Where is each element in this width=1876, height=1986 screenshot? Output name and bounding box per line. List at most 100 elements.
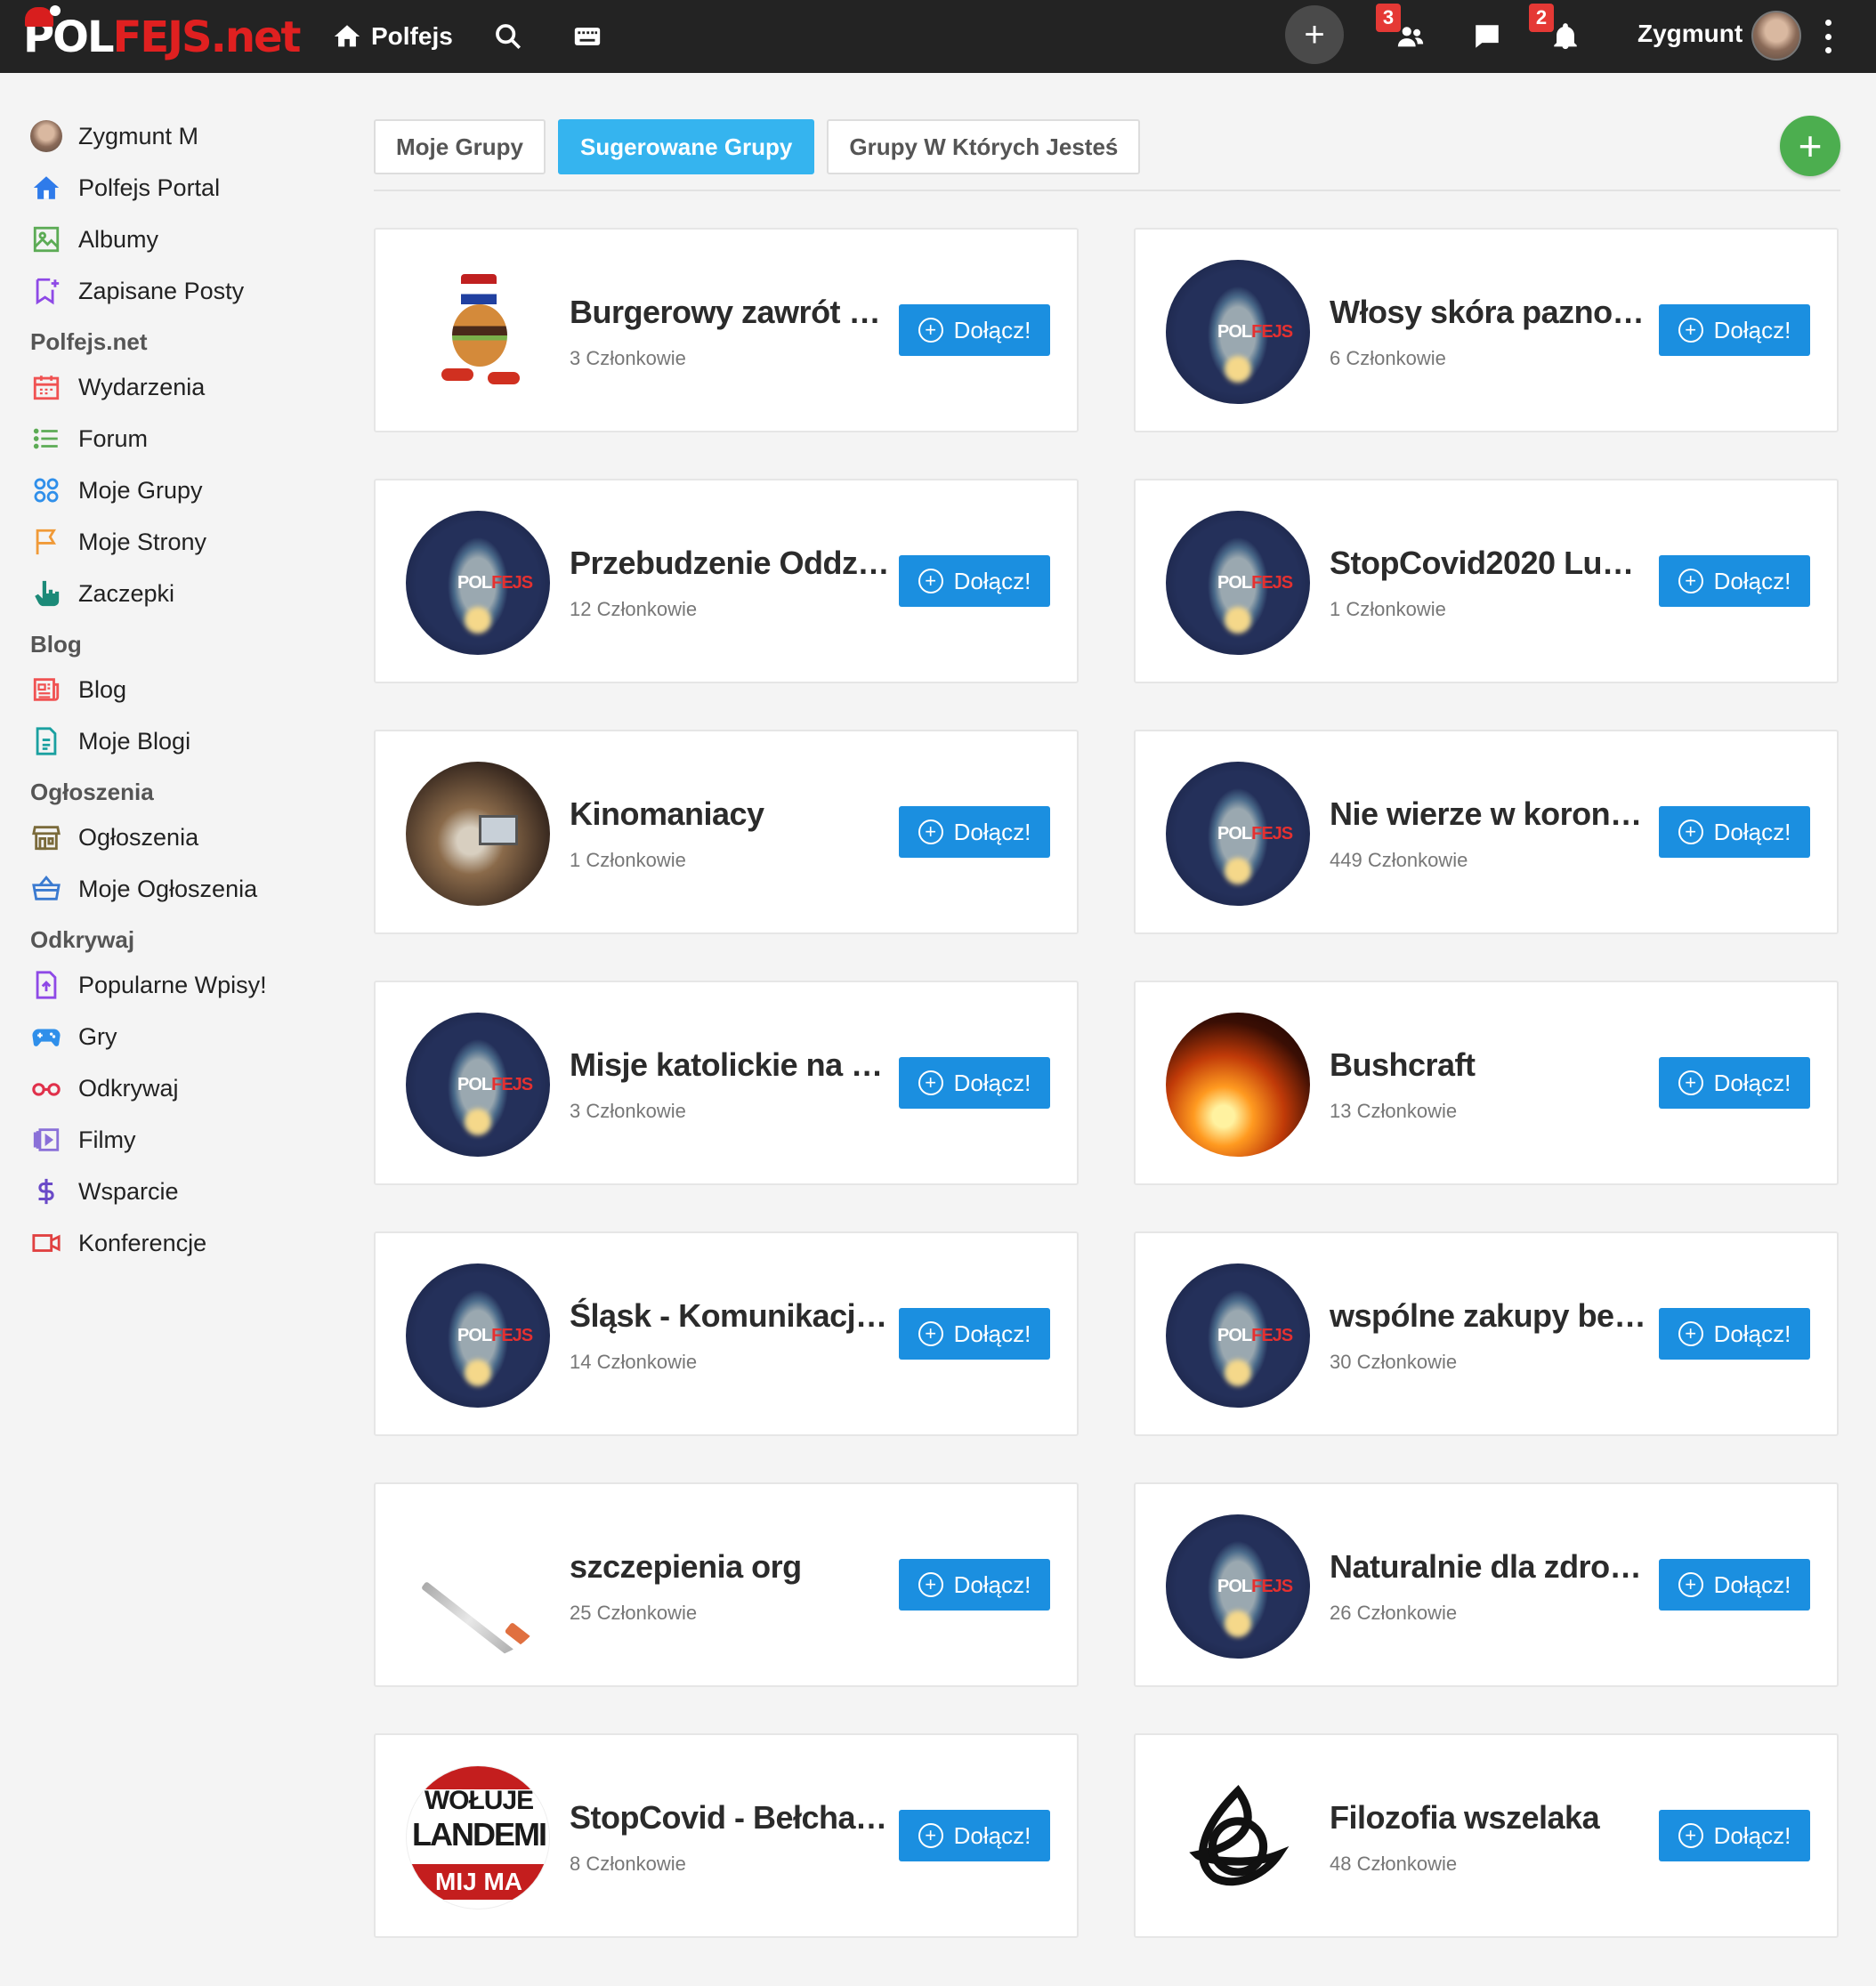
join-button[interactable]: + Dołącz! (899, 1559, 1050, 1611)
sidebar-item-popularne-wpisy[interactable]: Popularne Wpisy! (30, 959, 333, 1011)
sidebar-item-blog[interactable]: Blog (30, 664, 333, 715)
join-button[interactable]: + Dołącz! (1659, 1559, 1810, 1611)
sidebar-item-ogloszenia[interactable]: Ogłoszenia (30, 811, 333, 863)
join-button[interactable]: + Dołącz! (1659, 555, 1810, 607)
join-button[interactable]: + Dołącz! (899, 1308, 1050, 1360)
group-avatar[interactable]: POLFEJS (406, 1263, 550, 1408)
group-avatar[interactable]: POLFEJS (1166, 511, 1310, 655)
group-avatar[interactable] (1166, 1765, 1310, 1909)
group-avatar[interactable] (406, 1514, 550, 1659)
group-avatar[interactable] (406, 260, 550, 404)
group-card[interactable]: POLFEJS Nie wierze w koronawirusa 449 Czło… (1134, 730, 1839, 934)
join-button[interactable]: + Dołącz! (1659, 1057, 1810, 1109)
group-title[interactable]: Burgerowy zawrót głowy (570, 294, 892, 331)
join-button[interactable]: + Dołącz! (1659, 1810, 1810, 1861)
group-card[interactable]: POLFEJS StopCovid2020 Lublin 1 Członkowie +… (1134, 479, 1839, 683)
group-avatar[interactable]: POLFEJS (406, 511, 550, 655)
sidebar-item-wydarzenia[interactable]: Wydarzenia (30, 361, 333, 413)
home-link[interactable]: Polfejs (332, 16, 453, 57)
document-icon (36, 727, 57, 755)
join-button[interactable]: + Dołącz! (899, 1810, 1050, 1861)
sidebar-item-albumy[interactable]: Albumy (30, 214, 333, 265)
group-card[interactable]: Filozofia wszelaka 48 Członkowie + Dołącz! (1134, 1733, 1839, 1938)
group-title[interactable]: Filozofia wszelaka (1330, 1799, 1652, 1837)
group-title[interactable]: StopCovid - Bełchatów (570, 1799, 892, 1837)
add-group-button[interactable]: + (1780, 116, 1840, 176)
join-button[interactable]: + Dołącz! (899, 806, 1050, 858)
plus-circle-icon: + (1678, 1572, 1703, 1597)
join-button[interactable]: + Dołącz! (899, 1057, 1050, 1109)
user-avatar[interactable] (1751, 11, 1801, 61)
home-icon (334, 25, 360, 47)
join-button[interactable]: + Dołącz! (899, 304, 1050, 356)
sidebar-item-profile[interactable]: Zygmunt M (30, 110, 333, 162)
group-member-count: 12 Członkowie (570, 598, 698, 620)
group-card[interactable]: POLFEJS Przebudzenie Oddziału 12 Członkowi… (374, 479, 1079, 683)
tab-grupy-w-ktorych-jestes[interactable]: Grupy W Których Jesteś (827, 119, 1141, 174)
group-title[interactable]: Przebudzenie Oddziału (570, 545, 892, 582)
join-label: Dołącz! (953, 316, 1031, 343)
group-card[interactable]: szczepienia org 25 Członkowie + Dołącz! (374, 1482, 1079, 1687)
group-card[interactable]: POLFEJS Śląsk - Komunikacja i Transport 14… (374, 1231, 1079, 1436)
user-name[interactable]: Zygmunt (1637, 20, 1743, 48)
more-menu-icon[interactable] (1821, 20, 1835, 53)
join-button[interactable]: + Dołącz! (899, 555, 1050, 607)
group-title[interactable]: Śląsk - Komunikacja i Transport (570, 1297, 892, 1335)
group-member-count: 1 Członkowie (570, 849, 686, 871)
group-avatar[interactable]: POLFEJS (1166, 260, 1310, 404)
group-avatar[interactable]: POLFEJS (406, 1013, 550, 1157)
tab-moje-grupy[interactable]: Moje Grupy (374, 119, 546, 174)
sidebar-item-polfejs-portal[interactable]: Polfejs Portal (30, 162, 333, 214)
group-avatar[interactable]: POLFEJS (1166, 1263, 1310, 1408)
group-avatar[interactable]: POLFEJS (1166, 1514, 1310, 1659)
group-avatar[interactable]: POLFEJS (1166, 762, 1310, 906)
plus-circle-icon: + (918, 1823, 943, 1848)
create-button[interactable]: + (1285, 5, 1344, 64)
join-label: Dołącz! (953, 818, 1031, 845)
site-logo[interactable]: POL FEJS.net (23, 5, 301, 62)
sidebar-heading-blog: Blog (30, 631, 82, 658)
sidebar-item-filmy[interactable]: Filmy (30, 1114, 333, 1166)
group-title[interactable]: StopCovid2020 Lublin (1330, 545, 1652, 582)
group-card[interactable]: Bushcraft 13 Członkowie + Dołącz! (1134, 981, 1839, 1185)
group-card[interactable]: Burgerowy zawrót głowy 3 Członkowie + Dołąc… (374, 228, 1079, 432)
sidebar-item-forum[interactable]: Forum (30, 413, 333, 464)
group-card[interactable]: Kinomaniacy 1 Członkowie + Dołącz! (374, 730, 1079, 934)
join-button[interactable]: + Dołącz! (1659, 304, 1810, 356)
group-card[interactable]: WOŁUJE LANDEMI MIJ MA StopCovid - Bełchatów… (374, 1733, 1079, 1938)
sidebar-item-zaczepki[interactable]: Zaczepki (30, 568, 333, 619)
group-card[interactable]: POLFEJS Misje katolickie na świecie 3 Czło… (374, 981, 1079, 1185)
group-title[interactable]: Włosy skóra paznokcie (1330, 294, 1652, 331)
search-button[interactable] (488, 16, 529, 57)
sidebar-item-konferencje[interactable]: Konferencje (30, 1217, 333, 1269)
sidebar-item-moje-blogi[interactable]: Moje Blogi (30, 715, 333, 767)
santa-hat-icon (25, 5, 61, 27)
group-card[interactable]: POLFEJS wspólne zakupy bez maseczek 30 Czł… (1134, 1231, 1839, 1436)
group-card[interactable]: POLFEJS Włosy skóra paznokcie 6 Członkowie… (1134, 228, 1839, 432)
sidebar-item-wsparcie[interactable]: Wsparcie (30, 1166, 333, 1217)
group-title[interactable]: Bushcraft (1330, 1046, 1652, 1084)
sidebar-item-moje-strony[interactable]: Moje Strony (30, 516, 333, 568)
sidebar-item-moje-ogloszenia[interactable]: Moje Ogłoszenia (30, 863, 333, 915)
group-title[interactable]: Naturalnie dla zdrowia (1330, 1548, 1652, 1586)
group-card[interactable]: POLFEJS Naturalnie dla zdrowia 26 Członkow… (1134, 1482, 1839, 1687)
join-button[interactable]: + Dołącz! (1659, 1308, 1810, 1360)
group-title[interactable]: szczepienia org (570, 1548, 892, 1586)
messages-button[interactable] (1467, 16, 1508, 57)
group-title[interactable]: Misje katolickie na świecie (570, 1046, 892, 1084)
group-title[interactable]: Kinomaniacy (570, 795, 892, 833)
group-avatar[interactable] (1166, 1013, 1310, 1157)
sidebar-item-gry[interactable]: Gry (30, 1011, 333, 1062)
group-avatar[interactable]: WOŁUJE LANDEMI MIJ MA (406, 1765, 550, 1909)
group-avatar[interactable] (406, 762, 550, 906)
tab-sugerowane-grupy[interactable]: Sugerowane Grupy (558, 119, 815, 174)
sidebar-item-moje-grupy[interactable]: Moje Grupy (30, 464, 333, 516)
sidebar-item-zapisane-posty[interactable]: Zapisane Posty (30, 265, 333, 317)
group-title[interactable]: wspólne zakupy bez maseczek (1330, 1297, 1652, 1335)
sidebar-item-odkrywaj[interactable]: Odkrywaj (30, 1062, 333, 1114)
friends-badge: 3 (1376, 4, 1401, 32)
join-button[interactable]: + Dołącz! (1659, 806, 1810, 858)
store-icon (32, 826, 61, 851)
keyboard-button[interactable] (567, 16, 608, 57)
group-title[interactable]: Nie wierze w koronawirusa (1330, 795, 1652, 833)
